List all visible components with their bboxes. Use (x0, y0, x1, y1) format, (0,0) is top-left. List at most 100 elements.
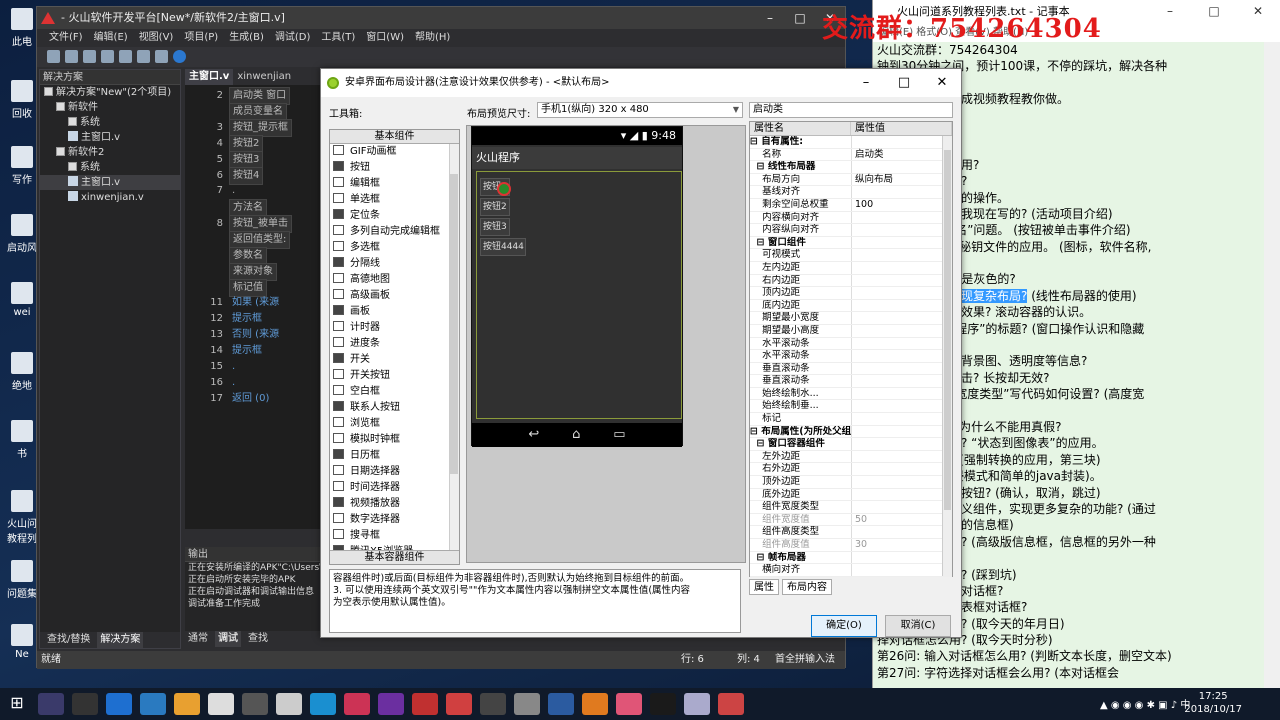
property-row[interactable]: 水平滚动条 (750, 337, 952, 351)
property-value[interactable] (852, 275, 952, 287)
tab-find-replace[interactable]: 查找/替换 (44, 632, 93, 648)
scroll-thumb[interactable] (450, 174, 458, 474)
code-line[interactable]: 2 启动类 窗口 (185, 87, 325, 105)
property-value[interactable] (852, 476, 952, 488)
toolbox-item[interactable]: 日历框 (330, 448, 459, 464)
property-row[interactable]: ⊟ 窗口容器组件 (750, 438, 952, 451)
code-line[interactable]: 14 提示框 (185, 343, 325, 359)
paste-icon[interactable] (155, 50, 168, 63)
toolbox-basic-header[interactable]: 基本组件 (330, 130, 459, 144)
property-row[interactable]: 顶内边距 (750, 287, 952, 300)
code-line[interactable]: 4 按钮2 (185, 135, 325, 153)
property-value[interactable] (852, 249, 952, 261)
property-row[interactable]: 内容纵向对齐 (750, 224, 952, 237)
toolbox-item[interactable]: 分隔线 (330, 256, 459, 272)
minimize-icon[interactable]: – (847, 69, 885, 97)
app-icon[interactable] (38, 693, 64, 715)
property-value[interactable]: 50 (852, 514, 952, 526)
tab-layout-content[interactable]: 布局内容 (782, 579, 832, 595)
app-icon[interactable] (208, 693, 234, 715)
copy-icon[interactable] (137, 50, 150, 63)
property-value[interactable] (852, 375, 952, 387)
property-value[interactable] (852, 338, 952, 350)
code-line[interactable]: 3 按钮_提示框 (185, 119, 325, 137)
code-line[interactable]: 12 提示框 (185, 311, 325, 327)
property-value[interactable] (852, 388, 952, 400)
maximize-icon[interactable]: □ (885, 69, 923, 97)
property-value[interactable] (852, 451, 952, 463)
property-value[interactable] (852, 312, 952, 324)
toolbox-scrollbar[interactable] (449, 144, 459, 550)
property-row[interactable]: 组件高度类型 (750, 526, 952, 539)
new-file-icon[interactable] (47, 50, 60, 63)
close-icon[interactable]: ✕ (923, 69, 961, 97)
property-value[interactable] (852, 287, 952, 299)
task-view-icon[interactable] (72, 693, 98, 715)
app-icon[interactable] (378, 693, 404, 715)
menu-window[interactable]: 窗口(W) (366, 29, 404, 47)
toolbox-item[interactable]: 视频播放器 (330, 496, 459, 512)
property-value[interactable] (852, 564, 952, 576)
property-row[interactable]: 组件宽度类型 (750, 501, 952, 514)
property-row[interactable]: 组件高度值 30 (750, 539, 952, 552)
property-value[interactable] (852, 161, 952, 173)
phone-button-4[interactable]: 按钮4444 (480, 238, 526, 256)
property-row[interactable]: 垂直滚动条 (750, 375, 952, 388)
solution-tree-item[interactable]: 新软件 (40, 100, 180, 115)
property-value[interactable] (852, 413, 952, 425)
code-line[interactable]: 15. (185, 359, 325, 375)
tab-solution[interactable]: 解决方案 (97, 632, 144, 648)
toolbox-item[interactable]: 数字选择器 (330, 512, 459, 528)
toolbox-item[interactable]: 计时器 (330, 320, 459, 336)
app-icon[interactable] (174, 693, 200, 715)
property-value[interactable] (852, 426, 952, 438)
property-row[interactable]: ⊟ 自有属性: (750, 136, 952, 149)
volcano-app-icon[interactable] (446, 693, 472, 715)
property-value[interactable] (852, 501, 952, 513)
app-icon[interactable] (650, 693, 676, 715)
edge-icon[interactable] (106, 693, 132, 715)
menu-tools[interactable]: 工具(T) (321, 29, 355, 47)
save-all-icon[interactable] (101, 50, 114, 63)
app-icon[interactable] (480, 693, 506, 715)
menu-view[interactable]: 视图(V) (139, 29, 174, 47)
code-line[interactable]: 13 否则 (来源 (185, 327, 325, 343)
property-value[interactable] (852, 224, 952, 236)
scroll-thumb[interactable] (944, 150, 951, 510)
editor-tab-xinwenjian[interactable]: xinwenjian (233, 69, 295, 85)
property-row[interactable]: 布局方向 纵向布局 (750, 173, 952, 187)
app-icon[interactable] (616, 693, 642, 715)
menu-edit[interactable]: 编辑(E) (94, 29, 128, 47)
toolbox-item[interactable]: 定位条 (330, 208, 459, 224)
property-row[interactable]: 底内边距 (750, 299, 952, 313)
property-value[interactable] (852, 262, 952, 274)
property-scrollbar[interactable] (942, 136, 952, 576)
solution-tree-item[interactable]: 解决方案"New"(2个项目) (40, 85, 180, 100)
solution-tree-item[interactable]: xinwenjian.v (40, 190, 180, 205)
property-row[interactable]: 内容横向对齐 (750, 211, 952, 225)
property-row[interactable]: 始终绘制水... (750, 387, 952, 401)
code-line[interactable]: 11 如果 (来源 (185, 295, 325, 311)
property-value[interactable] (852, 212, 952, 224)
help-icon[interactable] (173, 50, 186, 63)
editor-tab-main-window[interactable]: 主窗口.v (185, 69, 234, 85)
code-line[interactable]: 返回值类型: (185, 231, 325, 249)
toolbox-item[interactable]: 画板 (330, 304, 459, 320)
code-line[interactable]: 方法名 (185, 199, 325, 217)
close-icon[interactable]: ✕ (1236, 0, 1280, 22)
property-value[interactable] (852, 463, 952, 475)
property-value[interactable] (852, 400, 952, 412)
property-row[interactable]: 横向对齐 (750, 564, 952, 577)
property-row[interactable]: 垂直滚动条 (750, 362, 952, 376)
property-row[interactable]: 可视模式 (750, 249, 952, 262)
app-icon[interactable] (242, 693, 268, 715)
property-row[interactable]: 左内边距 (750, 261, 952, 275)
calculator-icon[interactable] (276, 693, 302, 715)
tab-normal[interactable]: 通常 (185, 631, 211, 647)
solution-tree-item[interactable]: 新软件2 (40, 145, 180, 160)
code-area[interactable]: 2 启动类 窗口 成员变量名 3 按钮_提示框 4 按钮2 5 按钮3 6 按钮4 7. 方法名 8 按钮_… (185, 87, 325, 527)
property-row[interactable]: ⊟ 线性布局器 (750, 161, 952, 174)
open-folder-icon[interactable] (65, 50, 78, 63)
property-row[interactable]: ⊟ 帧布局器 (750, 551, 952, 565)
minimize-icon[interactable]: – (1148, 0, 1192, 22)
